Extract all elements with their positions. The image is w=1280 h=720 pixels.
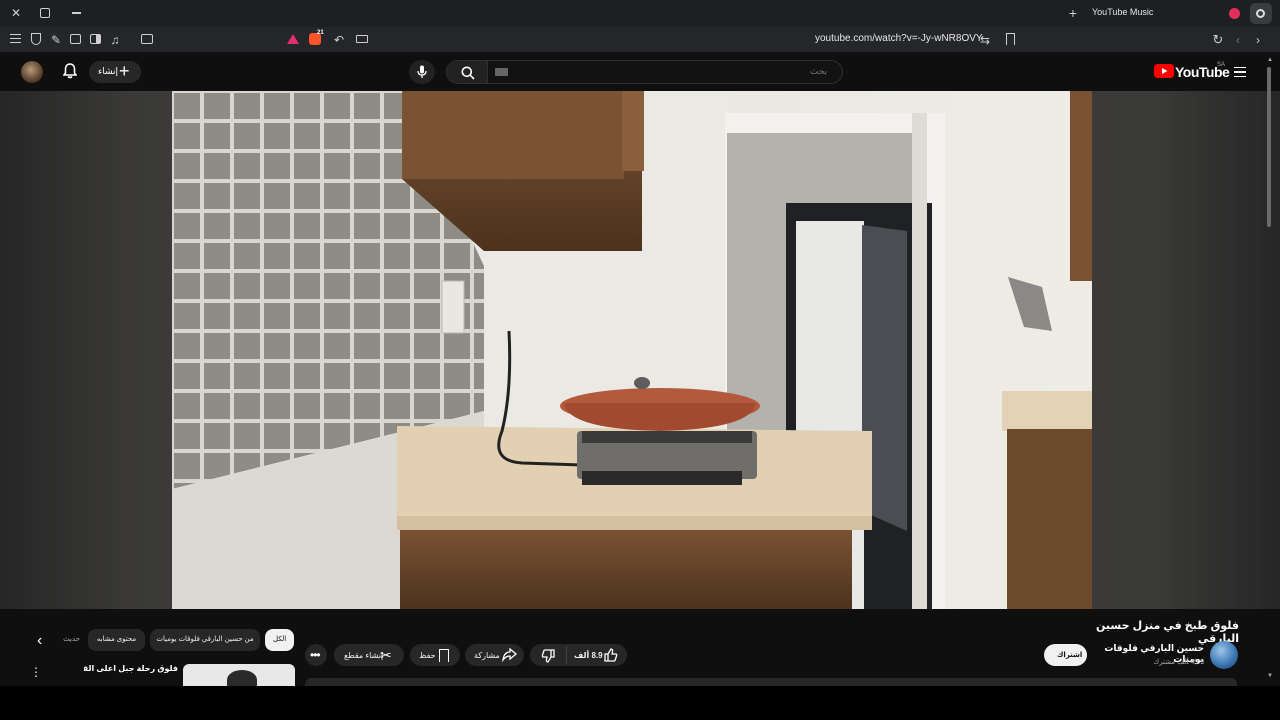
share-label: مشاركة xyxy=(474,651,500,660)
more-icon: ••• xyxy=(310,648,321,662)
undo-icon[interactable]: ↶ xyxy=(332,32,346,48)
search-placeholder: بحث xyxy=(810,66,828,76)
recommendation-more-icon[interactable]: ⋮ xyxy=(30,666,42,678)
video-title: فلوق طبخ في منزل حسين البارقي xyxy=(1096,620,1239,645)
description-box[interactable] xyxy=(305,678,1237,686)
share-icon xyxy=(502,647,518,667)
clip-label: إنشاء مقطع xyxy=(344,651,384,660)
close-window-icon[interactable]: ✕ xyxy=(8,5,24,21)
plus-icon: + xyxy=(119,61,130,81)
save-icon xyxy=(439,649,449,662)
search-input[interactable] xyxy=(488,60,843,84)
video-scene-image xyxy=(172,91,1092,609)
brave-rewards-icon[interactable] xyxy=(287,34,299,44)
recommendation-thumbnail[interactable] xyxy=(183,664,295,686)
cast-icon[interactable] xyxy=(356,35,368,43)
create-label: إنشاء xyxy=(98,66,119,76)
tab-title[interactable]: YouTube Music xyxy=(1092,7,1153,17)
chip-all-label: الكل xyxy=(273,636,287,643)
menu-icon[interactable] xyxy=(1234,67,1246,77)
youtube-music-tab-icon[interactable] xyxy=(1229,8,1240,19)
mic-icon xyxy=(417,65,427,78)
save-label: حفظ xyxy=(419,651,436,660)
music-note-icon[interactable]: ♫ xyxy=(108,32,122,48)
region-code: SA xyxy=(1217,62,1226,68)
screenshot-icon[interactable] xyxy=(141,34,153,44)
puzzle-icon[interactable]: ✎ xyxy=(49,32,63,48)
minimize-window-icon[interactable] xyxy=(72,12,81,14)
page-bottom xyxy=(0,686,1280,720)
video-frame[interactable] xyxy=(172,91,1092,609)
dislike-icon[interactable] xyxy=(541,649,555,668)
search-button[interactable] xyxy=(446,60,488,84)
channel-avatar[interactable] xyxy=(1210,641,1238,669)
bookmark-icon[interactable] xyxy=(1006,33,1015,45)
voice-search-button[interactable] xyxy=(409,60,435,84)
youtube-logo-icon[interactable] xyxy=(1154,64,1174,83)
chip-related-label: محتوى مشابه xyxy=(96,636,137,643)
account-avatar[interactable] xyxy=(21,61,43,83)
shield-icon[interactable] xyxy=(31,33,41,45)
sidebar-menu-icon[interactable] xyxy=(10,34,21,43)
browser-toolbar xyxy=(0,27,1280,53)
chip-from-channel-label: من حسين البارقي فلوقات يوميات xyxy=(156,636,254,643)
like-count: 8.9 ألف xyxy=(574,651,603,660)
keyboard-icon[interactable] xyxy=(495,68,508,76)
new-tab-icon[interactable]: + xyxy=(1066,5,1080,21)
restore-window-icon[interactable] xyxy=(40,8,50,18)
profile-button[interactable] xyxy=(1250,3,1272,24)
chip-recent-label[interactable]: حديث xyxy=(60,635,80,643)
subscribe-label: اشتراك xyxy=(1057,652,1083,659)
page-scrollbar[interactable]: ▲ ▼ xyxy=(1265,55,1273,683)
subscriber-count: 49.9 ألف مشترك xyxy=(1153,659,1204,666)
sidebar-panel-icon[interactable] xyxy=(90,34,101,44)
address-bar[interactable]: youtube.com/watch?v=-Jy-wNR8OVY xyxy=(815,33,983,44)
permissions-icon[interactable]: ⇆ xyxy=(978,32,992,48)
browser-tab-bar xyxy=(0,0,1280,27)
reload-icon[interactable]: ↻ xyxy=(1211,32,1225,48)
extension-badge: 21 xyxy=(317,30,324,36)
back-icon[interactable]: ‹ xyxy=(1232,32,1244,48)
chip-scroll-left-icon[interactable]: ‹ xyxy=(37,633,42,649)
search-icon xyxy=(461,66,475,80)
tabs-icon[interactable] xyxy=(70,34,81,44)
like-icon[interactable] xyxy=(604,648,618,667)
forward-icon[interactable]: › xyxy=(1252,32,1264,48)
like-divider xyxy=(566,646,567,664)
bell-icon[interactable] xyxy=(62,63,78,84)
recommendation-title[interactable]: فلوق رحلة جبل اعلى القامة xyxy=(84,664,178,673)
